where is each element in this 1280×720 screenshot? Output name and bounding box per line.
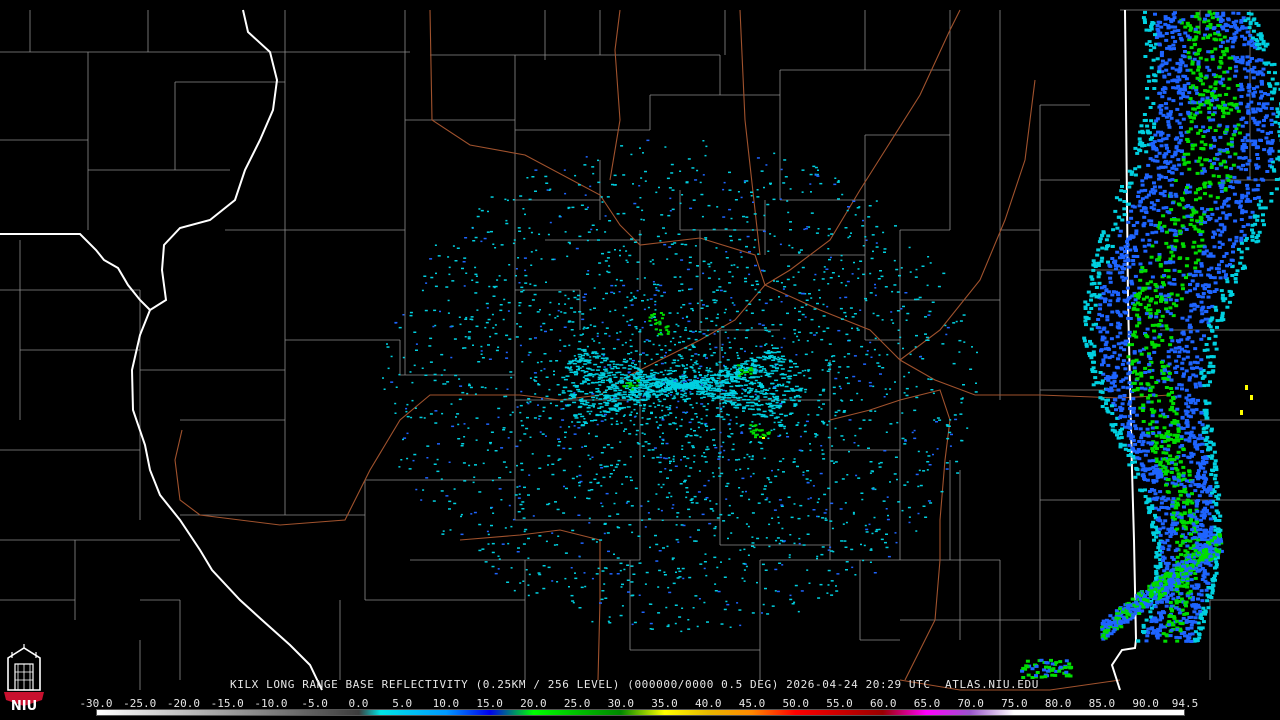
niu-logo: NIU <box>2 644 46 716</box>
product-caption: KILX LONG RANGE BASE REFLECTIVITY (0.25K… <box>230 678 1039 691</box>
colorbar-labels: -30.0 -25.0 -20.0 -15.0 -10.0 -5.0 0.0 5.0 10.0 1… <box>79 697 1198 710</box>
radar-map <box>0 0 1280 720</box>
logo-text: NIU <box>10 699 38 714</box>
reflectivity-colorbar <box>96 709 1185 716</box>
